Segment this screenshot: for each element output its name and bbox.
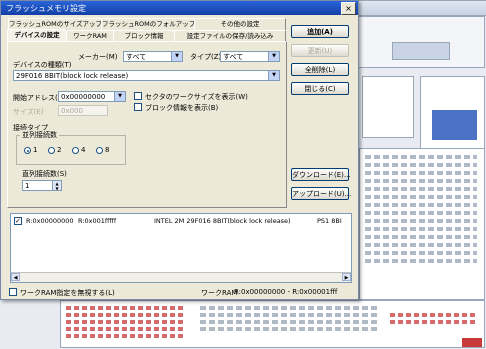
device-select[interactable]: 29F016 8BIT(block lock release) ▼: [13, 70, 280, 81]
stepper-arrows-icon[interactable]: ▲ ▼: [52, 181, 61, 190]
row-start-address: R:0x00000000: [26, 217, 74, 225]
show-sector-label: セクタのワークサイズを表示(W): [145, 93, 248, 101]
parallel-radio-2-label: 2: [57, 146, 62, 154]
parallel-radio-4-label: 4: [81, 146, 86, 154]
ignore-work-ram-label: ワークRAM指定を無視する(L): [20, 289, 115, 297]
background-memory-panel: [362, 76, 414, 138]
size-value: 0x000: [61, 107, 83, 115]
dialog-title: フラッシュメモリ設定: [6, 4, 86, 13]
parallel-radio-8[interactable]: [96, 147, 103, 154]
background-selection-highlight: [432, 110, 477, 140]
device-type-label: デバイスの種類(T): [13, 61, 72, 69]
block-info-checkbox[interactable]: [134, 103, 142, 111]
device-value: 29F016 8BIT(block lock release): [16, 72, 129, 80]
maker-value: すべて: [126, 53, 147, 61]
close-icon: ×: [345, 4, 352, 13]
row-end-address: R:0x001fffff: [78, 217, 117, 225]
update-button[interactable]: 更新(U): [291, 44, 349, 57]
parallel-radio-8-label: 8: [105, 146, 110, 154]
flash-memory-settings-dialog: フラッシュメモリ設定 × フラッシュROMのサイズアップ フラッシュROMのフォ…: [0, 0, 359, 300]
parallel-radio-2[interactable]: [48, 147, 55, 154]
delete-all-button[interactable]: 全削除(L): [291, 63, 349, 76]
chevron-down-icon[interactable]: ▼: [268, 52, 279, 61]
row-extra: PS1 8BI: [317, 217, 342, 225]
dialog-titlebar[interactable]: フラッシュメモリ設定 ×: [1, 1, 358, 15]
ignore-work-ram-checkbox[interactable]: [9, 288, 17, 296]
parallel-radio-1-label: 1: [33, 146, 38, 154]
serial-label: 直列接続数(S): [22, 170, 67, 178]
close-button[interactable]: ×: [341, 2, 356, 15]
tab-device-settings[interactable]: デバイスの設定: [7, 29, 67, 41]
add-button[interactable]: 追加(A): [291, 25, 349, 38]
parallel-label: 並列接続数: [20, 130, 59, 140]
kind-value: すべて: [223, 53, 244, 61]
flash-device-list[interactable]: ✓ R:0x00000000 R:0x001fffff INTEL 2M 29F…: [10, 213, 352, 283]
close-dialog-button[interactable]: 閉じる(C): [291, 82, 349, 95]
chevron-down-icon[interactable]: ▼: [268, 71, 279, 80]
parallel-radio-4[interactable]: [72, 147, 79, 154]
chevron-down-icon[interactable]: ▼: [114, 92, 125, 101]
work-ram-label: ワークRAM: [201, 289, 238, 297]
device-settings-panel: デバイスの種類(T) メーカー(M) すべて ▼ タイプ(Z) すべて ▼ 29…: [7, 41, 287, 208]
row-device-name: INTEL 2M 29F016 8BIT(block lock release): [154, 217, 291, 225]
show-sector-checkbox[interactable]: [134, 92, 142, 100]
background-status-indicator: [462, 338, 482, 347]
background-toolbar-buttons: [392, 42, 450, 60]
size-field: 0x000: [58, 105, 108, 116]
table-row[interactable]: ✓ R:0x00000000 R:0x001fffff INTEL 2M 29F…: [14, 217, 348, 226]
upload-button[interactable]: アップロード(U)...: [291, 187, 351, 200]
size-label: サイズ(E): [13, 108, 44, 116]
serial-stepper[interactable]: 1 ▲ ▼: [22, 180, 62, 191]
scroll-right-icon[interactable]: ▶: [342, 273, 351, 281]
work-ram-range: R:0x00000000 - R:0x00001fff: [234, 288, 338, 296]
start-address-select[interactable]: 0x00000000 ▼: [58, 91, 126, 102]
background-titlebar: [357, 0, 486, 16]
scroll-left-icon[interactable]: ◀: [11, 273, 20, 281]
row-enable-checkbox[interactable]: ✓: [14, 217, 22, 225]
maker-select[interactable]: すべて ▼: [123, 51, 183, 62]
download-button[interactable]: ダウンロード(E)...: [291, 168, 351, 181]
kind-label: タイプ(Z): [190, 53, 222, 61]
tab-other-settings[interactable]: その他の設定: [194, 18, 286, 30]
parallel-radio-1[interactable]: [24, 147, 31, 154]
block-info-label: ブロック情報を表示(B): [145, 104, 219, 112]
maker-label: メーカー(M): [78, 53, 118, 61]
horizontal-scrollbar[interactable]: ◀ ▶: [11, 272, 351, 282]
kind-select[interactable]: すべて ▼: [220, 51, 280, 62]
chevron-down-icon[interactable]: ▼: [171, 52, 182, 61]
start-address-value: 0x00000000: [61, 93, 106, 101]
serial-value: 1: [25, 182, 30, 190]
tab-flash-rom-follow[interactable]: フラッシュROMのフォルアップ: [101, 18, 195, 30]
